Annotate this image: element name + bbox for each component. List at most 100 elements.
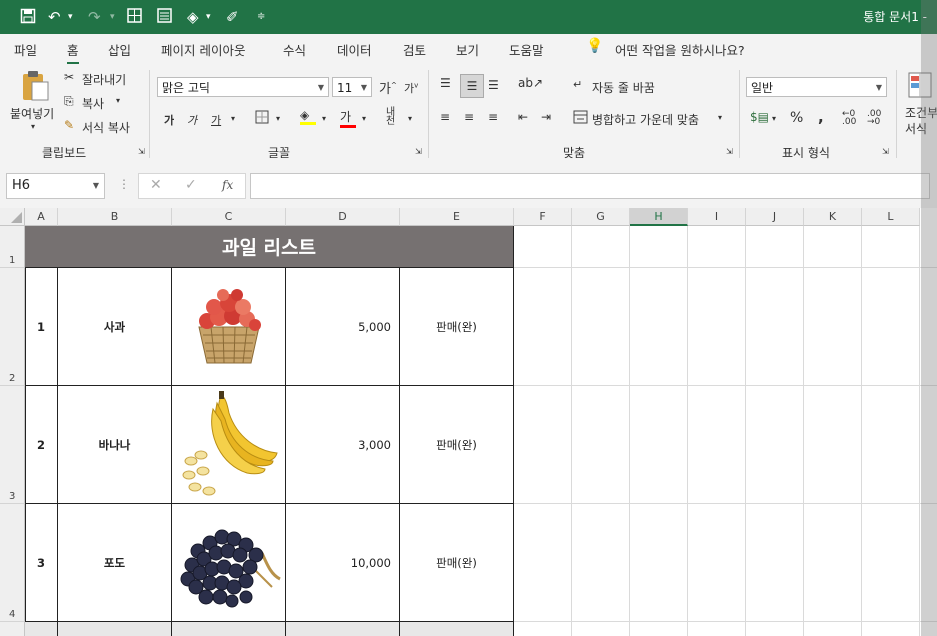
copy-dropdown-icon[interactable]: ▾: [116, 96, 120, 105]
column-header-i[interactable]: I: [688, 208, 746, 226]
row-number-cell[interactable]: 1: [25, 268, 58, 386]
phonetic-icon[interactable]: 내천: [386, 108, 395, 127]
column-header-j[interactable]: J: [746, 208, 804, 226]
fruit-name-cell[interactable]: 바나나: [58, 386, 172, 504]
form-icon[interactable]: [157, 8, 172, 27]
column-header-k[interactable]: K: [804, 208, 862, 226]
borders-quick-icon[interactable]: [127, 8, 142, 27]
column-header-h[interactable]: H: [630, 208, 688, 226]
align-right-icon[interactable]: ≡: [488, 110, 498, 124]
undo-icon[interactable]: ↶: [48, 8, 61, 26]
borders-icon[interactable]: [255, 110, 269, 127]
status-cell[interactable]: 판매(완): [400, 504, 514, 622]
decrease-indent-icon[interactable]: ⇤: [518, 110, 528, 124]
tab-review[interactable]: 검토: [403, 40, 426, 59]
orientation-icon[interactable]: ab↗: [518, 76, 543, 90]
grape-image[interactable]: [176, 513, 282, 613]
copy-button[interactable]: 복사: [82, 95, 104, 112]
apple-basket-image[interactable]: [189, 283, 269, 371]
cut-icon[interactable]: ✂: [64, 70, 74, 84]
tab-insert[interactable]: 삽입: [108, 40, 131, 59]
decrease-decimal-icon[interactable]: .00 →0: [867, 110, 881, 127]
font-color-dropdown-icon[interactable]: ▾: [362, 114, 366, 123]
format-painter-quick-icon[interactable]: ✐: [226, 8, 239, 26]
increase-indent-icon[interactable]: ⇥: [541, 110, 551, 124]
number-launcher-icon[interactable]: ⇲: [882, 147, 889, 156]
column-header-c[interactable]: C: [172, 208, 286, 226]
format-painter-button[interactable]: 서식 복사: [82, 119, 130, 136]
insert-function-icon[interactable]: fx: [222, 178, 233, 192]
select-all-corner[interactable]: [0, 208, 25, 226]
status-cell[interactable]: 판매(완): [400, 268, 514, 386]
copy-icon[interactable]: ⎘: [64, 94, 74, 109]
column-header-f[interactable]: F: [514, 208, 572, 226]
wrap-text-button[interactable]: 자동 줄 바꿈: [592, 79, 655, 96]
merge-dropdown-icon[interactable]: ▾: [718, 113, 722, 122]
row-header-1[interactable]: 1: [0, 226, 25, 268]
fill-dropdown-icon[interactable]: ▾: [206, 8, 211, 26]
paste-icon[interactable]: [20, 70, 50, 105]
merge-center-button[interactable]: 병합하고 가운데 맞춤: [592, 111, 699, 128]
underline-button[interactable]: 가: [211, 112, 221, 128]
wrap-text-icon[interactable]: ↵: [573, 78, 582, 91]
fill-color-dropdown-icon[interactable]: ▾: [322, 114, 326, 123]
price-cell[interactable]: 5,000: [286, 268, 400, 386]
price-cell[interactable]: 3,000: [286, 386, 400, 504]
paste-button[interactable]: 붙여넣기: [10, 105, 54, 122]
formula-input[interactable]: [250, 173, 930, 199]
paste-dropdown-icon[interactable]: ▾: [31, 122, 35, 131]
fill-color-quick-icon[interactable]: ◈: [187, 8, 199, 26]
increase-font-icon[interactable]: 가^: [379, 78, 397, 97]
tab-file[interactable]: 파일: [14, 40, 37, 59]
row-number-cell[interactable]: 3: [25, 504, 58, 622]
column-header-l[interactable]: L: [862, 208, 920, 226]
fruit-name-cell[interactable]: 사과: [58, 268, 172, 386]
comma-button[interactable]: ,: [818, 108, 824, 126]
price-cell[interactable]: 10,000: [286, 504, 400, 622]
name-box[interactable]: H6 ▼: [6, 173, 105, 199]
enter-icon[interactable]: ✓: [185, 177, 197, 193]
font-color-icon[interactable]: 가: [340, 108, 356, 128]
fruit-name-cell[interactable]: 포도: [58, 504, 172, 622]
align-middle-icon[interactable]: ☰: [460, 74, 484, 98]
bold-button[interactable]: 가: [164, 112, 174, 128]
borders-dropdown-icon[interactable]: ▾: [276, 114, 280, 123]
phonetic-dropdown-icon[interactable]: ▾: [408, 114, 412, 123]
tab-data[interactable]: 데이터: [337, 40, 372, 59]
italic-button[interactable]: 가: [187, 112, 197, 128]
font-size-select[interactable]: 11 ▼: [332, 77, 372, 97]
fill-color-icon[interactable]: ◈: [300, 108, 316, 125]
row-header-2[interactable]: 2: [0, 268, 25, 386]
merge-center-icon[interactable]: [573, 110, 588, 127]
percent-button[interactable]: %: [790, 110, 803, 126]
table-title-cell[interactable]: 과일 리스트: [25, 226, 514, 268]
redo-dropdown-icon[interactable]: ▾: [110, 8, 115, 26]
align-bottom-icon[interactable]: ☰: [488, 78, 499, 92]
row-number-cell[interactable]: 2: [25, 386, 58, 504]
row-header-4[interactable]: 4: [0, 504, 25, 622]
undo-dropdown-icon[interactable]: ▾: [68, 8, 73, 26]
tab-view[interactable]: 보기: [456, 40, 479, 59]
tab-home[interactable]: 홈: [67, 40, 79, 64]
tab-page-layout[interactable]: 페이지 레이아웃: [161, 40, 245, 59]
tell-me-search[interactable]: 어떤 작업을 원하시나요?: [615, 40, 745, 59]
column-header-b[interactable]: B: [58, 208, 172, 226]
align-left-icon[interactable]: ≡: [440, 110, 450, 124]
underline-dropdown-icon[interactable]: ▾: [231, 114, 235, 123]
fruit-image-cell[interactable]: [172, 504, 286, 622]
row-header-5[interactable]: [0, 622, 25, 636]
redo-icon[interactable]: ↷: [88, 8, 101, 26]
cancel-icon[interactable]: ✕: [150, 177, 162, 193]
font-launcher-icon[interactable]: ⇲: [415, 147, 422, 156]
align-top-icon[interactable]: ☰: [440, 76, 451, 90]
accounting-dropdown-icon[interactable]: ▾: [772, 114, 776, 123]
font-name-select[interactable]: 맑은 고딕 ▼: [157, 77, 329, 97]
tab-formulas[interactable]: 수식: [283, 40, 306, 59]
increase-decimal-icon[interactable]: ←0.00: [842, 110, 856, 127]
status-cell[interactable]: 판매(완): [400, 386, 514, 504]
row-header-3[interactable]: 3: [0, 386, 25, 504]
column-header-d[interactable]: D: [286, 208, 400, 226]
column-header-g[interactable]: G: [572, 208, 630, 226]
column-header-a[interactable]: A: [25, 208, 58, 226]
customize-toolbar-icon[interactable]: ≑: [257, 8, 265, 26]
